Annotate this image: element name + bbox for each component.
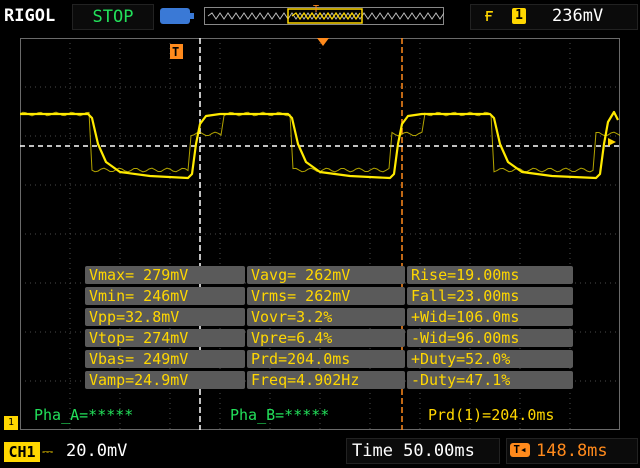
channel-1-scale[interactable]: 20.0mV bbox=[66, 441, 127, 461]
measurement-row: Vbas= 249mV Prd=204.0ms +Duty=52.0% bbox=[85, 350, 573, 368]
measurement-value: Vtop= 274mV bbox=[85, 329, 245, 347]
phase-a-readout: Pha_A=***** bbox=[34, 406, 134, 424]
trigger-source-badge: 1 bbox=[512, 8, 526, 24]
trigger-level: 236mV bbox=[552, 6, 604, 26]
measurement-value: Vmax= 279mV bbox=[85, 266, 245, 284]
measurement-value: -Duty=47.1% bbox=[407, 371, 573, 389]
measurement-value: +Duty=52.0% bbox=[407, 350, 573, 368]
measurement-value: Vpre=6.4% bbox=[247, 329, 405, 347]
measurement-row: Vmax= 279mV Vavg= 262mV Rise=19.00ms bbox=[85, 266, 573, 284]
measurement-value: -Wid=96.00ms bbox=[407, 329, 573, 347]
overview-trigger-marker: T bbox=[313, 4, 319, 15]
horizontal-position-icon: T◂ bbox=[510, 443, 530, 457]
horizontal-position-readout: 148.8ms bbox=[536, 441, 608, 461]
measurement-value: Fall=23.00ms bbox=[407, 287, 573, 305]
measurement-value: Vrms= 262mV bbox=[247, 287, 405, 305]
brand-logo: RIGOL bbox=[4, 6, 56, 26]
measurement-row: Vamp=24.9mV Freq=4.902Hz -Duty=47.1% bbox=[85, 371, 573, 389]
oscilloscope-screen: RIGOL STOP T ғ 1 236mV T Vmax= 279mV Vav… bbox=[0, 0, 640, 468]
period-cursor-readout: Prd(1)=204.0ms bbox=[428, 406, 555, 424]
run-stop-status[interactable]: STOP bbox=[72, 4, 154, 30]
battery-icon bbox=[160, 8, 194, 24]
dc-coupling-icon: ⎓ bbox=[42, 444, 54, 460]
measurement-value: Vavg= 262mV bbox=[247, 266, 405, 284]
measurement-value: Vamp=24.9mV bbox=[85, 371, 245, 389]
trigger-level-arrow bbox=[608, 138, 616, 146]
measurement-value: Prd=204.0ms bbox=[247, 350, 405, 368]
ch1-waveform bbox=[20, 110, 619, 180]
memory-overview[interactable]: T bbox=[204, 4, 444, 28]
ground-marker[interactable]: 1 bbox=[4, 416, 18, 430]
measurement-row: Vtop= 274mV Vpre=6.4% -Wid=96.00ms bbox=[85, 329, 573, 347]
trace-noise bbox=[20, 111, 620, 173]
measurement-value: +Wid=106.0ms bbox=[407, 308, 573, 326]
measurement-panel: Vmax= 279mV Vavg= 262mV Rise=19.00ms Vmin= … bbox=[85, 266, 573, 396]
channel-1-label[interactable]: CH1 bbox=[4, 442, 40, 462]
memory-overview-frame bbox=[204, 7, 444, 25]
phase-b-readout: Pha_B=***** bbox=[230, 406, 330, 424]
trigger-point-label: T bbox=[172, 45, 179, 59]
measurement-value: Vmin= 246mV bbox=[85, 287, 245, 305]
rising-edge-icon: ғ bbox=[484, 5, 495, 26]
measurement-row: Vpp=32.8mV Vovr=3.2% +Wid=106.0ms bbox=[85, 308, 573, 326]
measurement-value: Vbas= 249mV bbox=[85, 350, 245, 368]
measurement-value: Rise=19.00ms bbox=[407, 266, 573, 284]
measurement-value: Vovr=3.2% bbox=[247, 308, 405, 326]
measurement-value: Freq=4.902Hz bbox=[247, 371, 405, 389]
trigger-position-marker[interactable] bbox=[317, 38, 329, 46]
measurement-value: Vpp=32.8mV bbox=[85, 308, 245, 326]
measurement-row: Vmin= 246mV Vrms= 262mV Fall=23.00ms bbox=[85, 287, 573, 305]
timebase-readout: Time 50.00ms bbox=[352, 441, 475, 461]
top-status-bar: RIGOL STOP T ғ 1 236mV bbox=[0, 0, 640, 32]
